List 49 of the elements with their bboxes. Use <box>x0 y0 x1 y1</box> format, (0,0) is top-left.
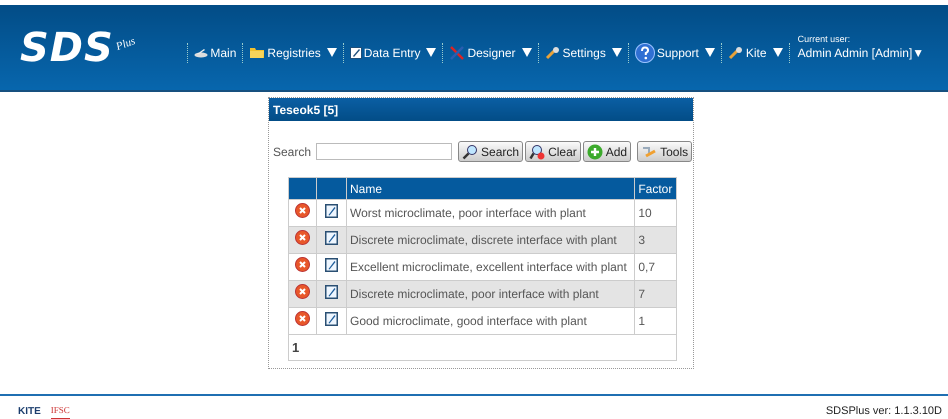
nav-menu-item[interactable]: Settings <box>544 44 622 62</box>
edit-icon[interactable] <box>325 284 338 298</box>
panel-title: Teseok5 [5] <box>269 98 693 121</box>
table-cell: 3 <box>634 226 676 254</box>
logo-text: SDS <box>20 28 114 68</box>
delete-icon[interactable] <box>295 257 310 272</box>
edit-icon[interactable] <box>325 312 338 326</box>
page-link[interactable]: 1 <box>292 340 300 355</box>
nav-menu-item[interactable]: Designer <box>449 44 532 62</box>
footer-logo: IFSC <box>50 404 70 418</box>
table-cell: 1 <box>634 308 676 334</box>
user-menu[interactable]: Admin Admin [Admin]▼ <box>798 44 924 62</box>
add-button[interactable]: Add <box>582 141 632 162</box>
dish-icon <box>194 48 208 58</box>
nav-menu-item[interactable]: Main <box>194 44 236 62</box>
user-caption: Current user: <box>798 35 852 44</box>
search-label: Search <box>273 144 312 160</box>
logo-subtext: Plus <box>114 34 138 56</box>
nav-menu-item[interactable]: Support <box>634 42 715 62</box>
clear-search-icon <box>529 144 546 160</box>
clear-button[interactable]: Clear <box>525 141 581 162</box>
edit-icon <box>350 46 362 58</box>
table-cell: Good microclimate, good interface with plant <box>346 308 635 334</box>
nav-menu-item[interactable]: Registries <box>249 44 337 62</box>
table-cell: 7 <box>634 280 676 308</box>
edit-icon[interactable] <box>325 230 338 244</box>
version-text: SDSPlus ver: 1.1.3.10D <box>826 404 942 419</box>
add-icon <box>586 144 603 160</box>
nav-menu-item[interactable]: Kite <box>728 44 783 62</box>
nav-menu-item[interactable]: Data Entry <box>350 44 436 62</box>
column-header: Name <box>346 178 635 200</box>
wrench-icon <box>728 46 744 60</box>
edit-icon[interactable] <box>325 204 338 218</box>
help-icon <box>634 42 655 62</box>
search-field[interactable] <box>316 143 452 160</box>
delete-icon[interactable] <box>295 311 310 326</box>
delete-icon[interactable] <box>295 230 310 245</box>
table-cell: Discrete microclimate, discrete interface with plant <box>346 226 635 254</box>
column-header: Factor <box>634 178 676 200</box>
folder-icon <box>249 46 266 59</box>
delete-icon[interactable] <box>295 284 310 299</box>
wrench-icon <box>544 46 560 60</box>
table-cell: Discrete microclimate, poor interface with plant <box>346 280 635 308</box>
search-button[interactable]: Search <box>458 141 524 162</box>
footer-logo: KITE <box>18 404 41 419</box>
edit-icon[interactable] <box>325 258 338 272</box>
search-icon <box>462 144 478 160</box>
delete-icon[interactable] <box>295 203 310 218</box>
tools-button[interactable]: Tools <box>637 141 692 162</box>
